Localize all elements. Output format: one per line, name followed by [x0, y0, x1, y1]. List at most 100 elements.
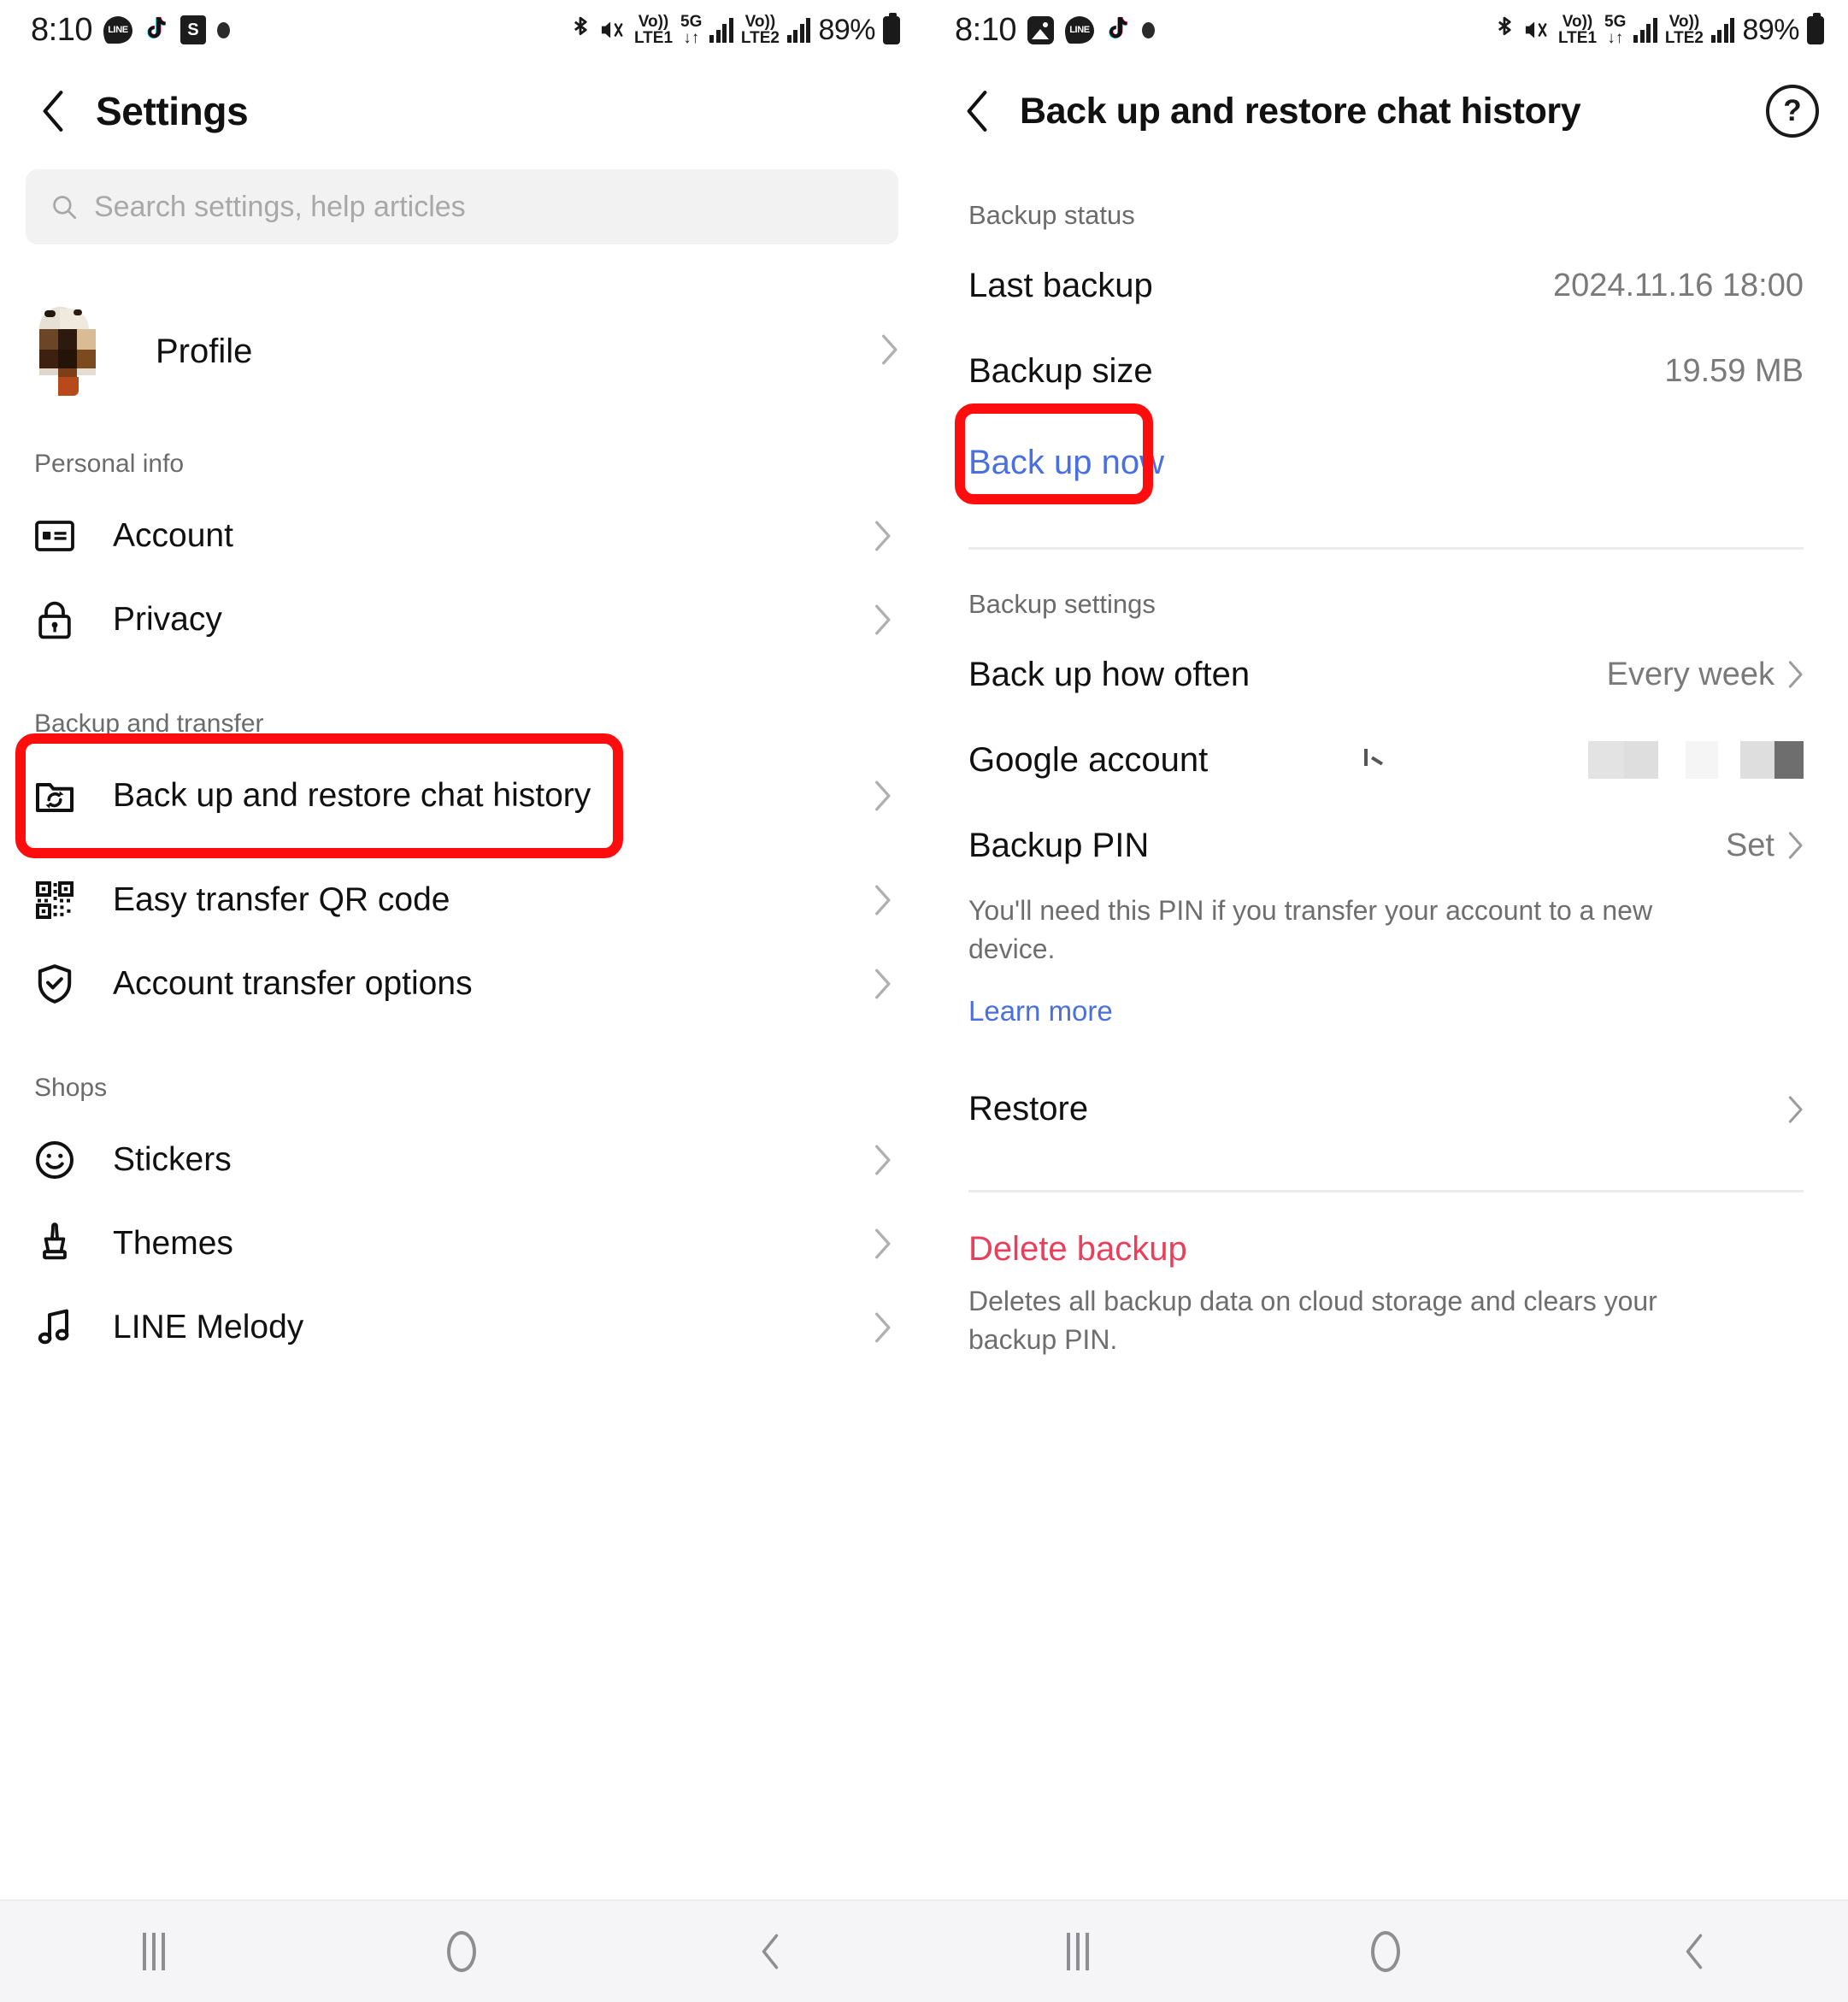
battery-icon [883, 12, 900, 44]
line-icon: LINE [103, 16, 132, 44]
back-button[interactable] [953, 87, 1001, 135]
home-button[interactable] [410, 1900, 513, 2002]
avatar [36, 307, 103, 396]
home-icon [1371, 1931, 1401, 1972]
section-heading-personal-info: Personal info [34, 450, 185, 478]
home-button[interactable] [1334, 1900, 1437, 2002]
google-account-row[interactable]: Google account [924, 717, 1848, 803]
dot-icon [216, 21, 230, 38]
recents-button[interactable] [103, 1900, 205, 2002]
chevron-right-icon [1786, 1095, 1804, 1124]
status-bar-right-group: Vo)) LTE1 5G ↓↑ Vo)) LTE2 89% [1493, 12, 1824, 47]
smiley-face-icon [32, 1138, 77, 1182]
google-account-value-redacted [1587, 741, 1804, 779]
sidebar-item-label: Stickers [113, 1141, 232, 1178]
last-backup-row: Last backup 2024.11.16 18:00 [924, 243, 1848, 328]
backup-pin-label: Backup PIN [968, 826, 1150, 864]
back-up-how-often-row[interactable]: Back up how often Every week [924, 632, 1848, 717]
learn-more-link[interactable]: Learn more [924, 995, 1157, 1027]
status-bar-right-group: Vo)) LTE1 5G ↓↑ Vo)) LTE2 89% [569, 12, 900, 47]
qr-code-icon [32, 878, 77, 922]
back-up-now-button[interactable]: Back up now [924, 426, 1209, 499]
back-up-how-often-value: Every week [1606, 656, 1774, 692]
sidebar-item-themes[interactable]: Themes [0, 1202, 924, 1286]
search-icon [50, 192, 79, 221]
profile-label: Profile [156, 332, 253, 370]
volte1-indicator: Vo)) LTE1 [633, 13, 674, 47]
chevron-right-icon [873, 520, 892, 552]
right-screen-backup-restore: 8:10 LINE Vo)) LTE1 5G ↓↑ Vo)) LTE2 89% … [924, 0, 1848, 2002]
android-nav-bar-left [0, 1899, 924, 2002]
section-heading-backup-and-transfer: Backup and transfer [34, 710, 264, 738]
sidebar-item-account[interactable]: Account [0, 494, 924, 578]
sidebar-item-account-transfer-options[interactable]: Account transfer options [0, 942, 924, 1026]
settings-app-bar: Settings [0, 60, 924, 162]
chevron-right-icon [873, 1311, 892, 1344]
battery-percentage: 89% [818, 13, 875, 46]
sidebar-item-easy-transfer-qr-code[interactable]: Easy transfer QR code [0, 858, 924, 942]
mute-vibrate-icon [1525, 21, 1547, 38]
chevron-right-icon [873, 1228, 892, 1260]
volte1-indicator: Vo)) LTE1 [1557, 13, 1598, 47]
dual-screenshot-container: 8:10 LINE S Vo)) LTE1 5G ↓↑ Vo)) LTE2 89… [0, 0, 1848, 2002]
search-placeholder: Search settings, help articles [94, 190, 466, 223]
last-backup-value: 2024.11.16 18:00 [1552, 267, 1804, 303]
chevron-right-icon [1786, 660, 1804, 689]
bluetooth-icon [1498, 16, 1511, 36]
dot-icon [1141, 21, 1155, 38]
status-bar-right-panel: 8:10 LINE Vo)) LTE1 5G ↓↑ Vo)) LTE2 89% [924, 0, 1848, 60]
sidebar-item-label: LINE Melody [113, 1309, 304, 1345]
sidebar-item-privacy[interactable]: Privacy [0, 578, 924, 662]
backup-scroll-area: Backup status Last backup 2024.11.16 18:… [924, 162, 1848, 2002]
android-nav-bar-right [924, 1899, 1848, 2002]
back-icon [1686, 1934, 1703, 1970]
chevron-right-icon [873, 780, 892, 812]
sidebar-item-stickers[interactable]: Stickers [0, 1118, 924, 1202]
sidebar-item-label: Easy transfer QR code [113, 881, 450, 918]
chevron-right-icon [873, 968, 892, 1000]
signal-bars-2-icon [1710, 17, 1735, 43]
restore-row[interactable]: Restore [924, 1067, 1848, 1152]
back-nav-button[interactable] [719, 1900, 821, 2002]
recents-button[interactable] [1027, 1900, 1129, 2002]
backup-pin-row[interactable]: Backup PIN Set [924, 803, 1848, 888]
backup-app-bar: Back up and restore chat history ? [924, 60, 1848, 162]
volte2-indicator: Vo)) LTE2 [740, 13, 780, 47]
lock-icon [32, 598, 77, 642]
delete-backup-button[interactable]: Delete backup [924, 1230, 1232, 1269]
sidebar-item-label: Back up and restore chat history [113, 777, 591, 814]
back-nav-button[interactable] [1643, 1900, 1745, 2002]
volte2-indicator: Vo)) LTE2 [1664, 13, 1704, 47]
status-time: 8:10 [31, 11, 92, 48]
section-heading-backup-status: Backup status [968, 200, 1135, 230]
left-screen-settings: 8:10 LINE S Vo)) LTE1 5G ↓↑ Vo)) LTE2 89… [0, 0, 924, 2002]
sidebar-item-label: Privacy [113, 601, 222, 638]
sidebar-item-line-melody[interactable]: LINE Melody [0, 1286, 924, 1369]
status-bar-left: 8:10 LINE S Vo)) LTE1 5G ↓↑ Vo)) LTE2 89… [0, 0, 924, 60]
id-card-icon [32, 514, 77, 558]
line-icon: LINE [1064, 16, 1094, 44]
backup-size-row: Backup size 19.59 MB [924, 328, 1848, 414]
sidebar-item-label: Account [113, 517, 233, 554]
sidebar-item-back-up-and-restore-chat-history[interactable]: Back up and restore chat history [0, 754, 924, 838]
chevron-right-icon [1786, 831, 1804, 860]
chevron-right-icon [880, 333, 898, 370]
back-button[interactable] [29, 87, 77, 135]
mute-vibrate-icon [601, 21, 623, 38]
chevron-right-icon [873, 604, 892, 636]
divider [968, 1189, 1804, 1192]
chevron-right-icon [873, 884, 892, 916]
network-5g-indicator: 5G ↓↑ [680, 13, 703, 47]
battery-icon [1807, 12, 1824, 44]
folder-sync-icon [32, 774, 77, 818]
back-icon [762, 1934, 779, 1970]
back-up-how-often-label: Back up how often [968, 655, 1251, 693]
sidebar-item-label: Themes [113, 1225, 233, 1262]
profile-row[interactable]: Profile [0, 287, 924, 415]
battery-percentage: 89% [1742, 13, 1799, 46]
search-input[interactable]: Search settings, help articles [26, 169, 898, 244]
highlighted-row-wrapper: Back up and restore chat history [0, 733, 924, 858]
status-bar-left-group: 8:10 LINE S [31, 12, 230, 49]
help-question-icon[interactable]: ? [1766, 85, 1819, 138]
settings-scroll-area: Search settings, help articles Profile P… [0, 162, 924, 2002]
